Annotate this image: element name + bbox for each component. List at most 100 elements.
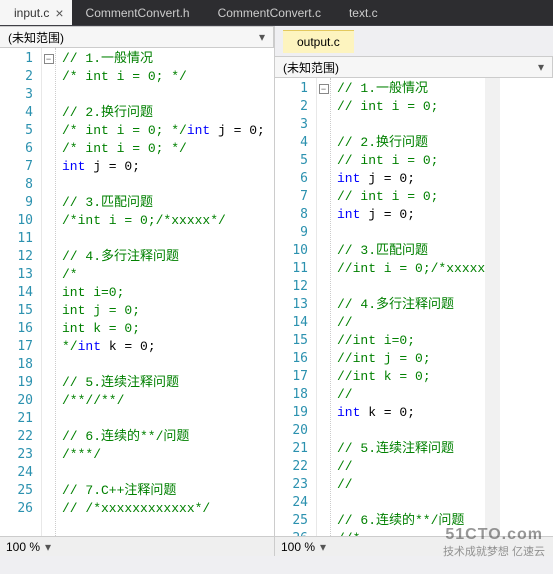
line-number: 20 bbox=[275, 422, 308, 440]
token: //int k = 0; bbox=[337, 369, 431, 384]
line-number: 13 bbox=[0, 266, 33, 284]
code-line[interactable]: // 1.一般情况 bbox=[62, 50, 265, 68]
code-line[interactable]: // int i = 0; bbox=[337, 152, 485, 170]
line-number: 16 bbox=[0, 320, 33, 338]
fold-toggle-icon[interactable]: − bbox=[44, 54, 54, 64]
line-number: 4 bbox=[0, 104, 33, 122]
code-line[interactable] bbox=[337, 278, 485, 296]
code-editor-right[interactable]: 1234567891011121314151617181920212223242… bbox=[275, 78, 553, 536]
close-icon[interactable]: × bbox=[55, 5, 63, 21]
code-line[interactable]: //int i=0; bbox=[337, 332, 485, 350]
chevron-down-icon: ▾ bbox=[538, 60, 544, 74]
code-line[interactable]: int j = 0; bbox=[62, 302, 265, 320]
tab-commentconvert-h[interactable]: CommentConvert.h bbox=[72, 0, 204, 25]
line-number: 10 bbox=[275, 242, 308, 260]
code-line[interactable]: // 6.连续的**/问题 bbox=[337, 512, 485, 530]
chevron-down-icon[interactable]: ▾ bbox=[45, 540, 51, 554]
code-line[interactable]: // bbox=[337, 458, 485, 476]
code-line[interactable] bbox=[337, 494, 485, 512]
code-line[interactable]: // 3.匹配问题 bbox=[337, 242, 485, 260]
code-editor-left[interactable]: 1234567891011121314151617181920212223242… bbox=[0, 48, 274, 536]
code-line[interactable]: // 4.多行注释问题 bbox=[62, 248, 265, 266]
code-line[interactable]: //int k = 0; bbox=[337, 368, 485, 386]
code-line[interactable]: int j = 0; bbox=[337, 206, 485, 224]
token: /*int i = 0;/*xxxxx*/ bbox=[62, 213, 226, 228]
code-line[interactable]: int j = 0; bbox=[337, 170, 485, 188]
code-line[interactable]: /*int i = 0;/*xxxxx*/ bbox=[62, 212, 265, 230]
code-line[interactable]: // bbox=[337, 386, 485, 404]
token: // 1.一般情况 bbox=[62, 51, 153, 66]
tab-label: input.c bbox=[14, 6, 49, 20]
code-line[interactable]: /* bbox=[62, 266, 265, 284]
code-line[interactable]: /**//**/ bbox=[62, 392, 265, 410]
token: int i=0; bbox=[62, 285, 124, 300]
code-line[interactable] bbox=[62, 176, 265, 194]
code-line[interactable] bbox=[62, 464, 265, 482]
token: // 6.连续的**/问题 bbox=[337, 513, 464, 528]
code-line[interactable] bbox=[62, 86, 265, 104]
code-line[interactable]: int k = 0; bbox=[62, 320, 265, 338]
line-number: 3 bbox=[0, 86, 33, 104]
code-line[interactable] bbox=[337, 116, 485, 134]
code-line[interactable]: int j = 0; bbox=[62, 158, 265, 176]
code-line[interactable]: // int i = 0; bbox=[337, 98, 485, 116]
code-line[interactable]: //int j = 0; bbox=[337, 350, 485, 368]
code-line[interactable]: // 4.多行注释问题 bbox=[337, 296, 485, 314]
code-line[interactable]: // 1.一般情况 bbox=[337, 80, 485, 98]
scope-combo-left[interactable]: (未知范围) ▾ bbox=[0, 27, 274, 47]
scope-label: (未知范围) bbox=[8, 29, 64, 46]
code-line[interactable]: // 2.换行问题 bbox=[337, 134, 485, 152]
token: // 5.连续注释问题 bbox=[337, 441, 454, 456]
token: // 4.多行注释问题 bbox=[337, 297, 454, 312]
code-area[interactable]: // 1.一般情况// int i = 0; // 2.换行问题// int i… bbox=[331, 78, 485, 536]
fold-toggle-icon[interactable]: − bbox=[319, 84, 329, 94]
chevron-down-icon[interactable]: ▾ bbox=[320, 540, 326, 554]
token: /* int i = 0; */ bbox=[62, 123, 187, 138]
token: //int j = 0; bbox=[337, 351, 431, 366]
tab-output-c[interactable]: output.c bbox=[283, 30, 354, 53]
code-line[interactable] bbox=[337, 422, 485, 440]
code-line[interactable]: // 2.换行问题 bbox=[62, 104, 265, 122]
code-line[interactable]: // bbox=[337, 476, 485, 494]
vertical-scrollbar[interactable] bbox=[485, 78, 500, 536]
zoom-level[interactable]: 100 % bbox=[6, 540, 40, 554]
code-line[interactable]: int k = 0; bbox=[337, 404, 485, 422]
code-area[interactable]: // 1.一般情况/* int i = 0; */// 2.换行问题/* int… bbox=[56, 48, 265, 536]
code-line[interactable]: */int k = 0; bbox=[62, 338, 265, 356]
scope-bar-left: (未知范围) ▾ bbox=[0, 26, 274, 48]
scope-combo-right[interactable]: (未知范围) ▾ bbox=[275, 57, 553, 77]
code-line[interactable]: /***/ bbox=[62, 446, 265, 464]
zoom-level[interactable]: 100 % bbox=[281, 540, 315, 554]
code-line[interactable]: //int i = 0;/*xxxxx bbox=[337, 260, 485, 278]
code-line[interactable]: /* int i = 0; */ bbox=[62, 68, 265, 86]
code-line[interactable]: // 6.连续的**/问题 bbox=[62, 428, 265, 446]
token: // bbox=[337, 459, 353, 474]
code-line[interactable] bbox=[62, 410, 265, 428]
code-line[interactable]: // 5.连续注释问题 bbox=[62, 374, 265, 392]
line-number: 20 bbox=[0, 392, 33, 410]
code-line[interactable]: // bbox=[337, 314, 485, 332]
code-line[interactable] bbox=[62, 230, 265, 248]
token: int k = 0; bbox=[62, 321, 140, 336]
line-number: 5 bbox=[0, 122, 33, 140]
code-line[interactable] bbox=[337, 224, 485, 242]
code-line[interactable]: // 3.匹配问题 bbox=[62, 194, 265, 212]
code-line[interactable]: // 5.连续注释问题 bbox=[337, 440, 485, 458]
tab-input-c[interactable]: input.c × bbox=[0, 0, 72, 25]
editor-pane-right: output.c (未知范围) ▾ 1234567891011121314151… bbox=[275, 26, 553, 556]
token: // 4.多行注释问题 bbox=[62, 249, 179, 264]
code-line[interactable] bbox=[62, 356, 265, 374]
code-line[interactable]: // int i = 0; bbox=[337, 188, 485, 206]
token: // bbox=[337, 387, 353, 402]
code-line[interactable]: /* int i = 0; */int j = 0; bbox=[62, 122, 265, 140]
tab-text-c[interactable]: text.c bbox=[335, 0, 392, 25]
token: //* bbox=[337, 531, 360, 536]
tab-label: output.c bbox=[297, 35, 340, 49]
code-line[interactable]: // /*xxxxxxxxxxxx*/ bbox=[62, 500, 265, 518]
code-line[interactable]: //* bbox=[337, 530, 485, 536]
code-line[interactable]: int i=0; bbox=[62, 284, 265, 302]
code-line[interactable]: // 7.C++注释问题 bbox=[62, 482, 265, 500]
tab-commentconvert-c[interactable]: CommentConvert.c bbox=[204, 0, 335, 25]
code-line[interactable]: /* int i = 0; */ bbox=[62, 140, 265, 158]
line-number: 8 bbox=[275, 206, 308, 224]
